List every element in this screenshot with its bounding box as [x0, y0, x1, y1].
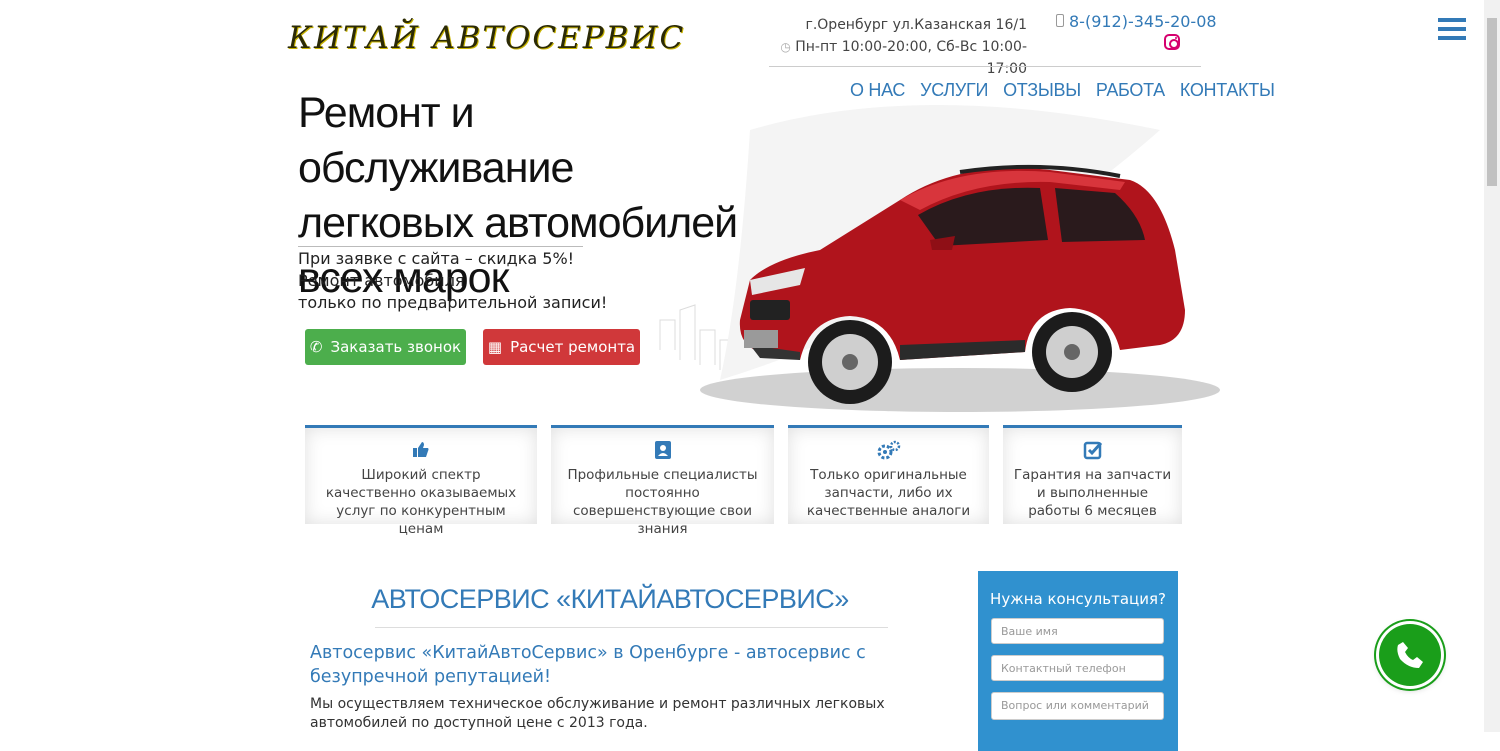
- contact-card-icon: [551, 440, 774, 462]
- site-logo[interactable]: КИТАЙ АВТОСЕРВИС: [288, 20, 685, 56]
- mobile-phone-icon: [1056, 14, 1064, 27]
- order-call-button[interactable]: ✆ Заказать звонок: [305, 329, 466, 365]
- scrollbar-thumb[interactable]: [1487, 18, 1497, 186]
- phone-handset-icon: [1397, 642, 1423, 668]
- phone-icon: ✆: [309, 338, 323, 356]
- about-divider: [375, 627, 888, 628]
- hero-divider: [298, 246, 583, 247]
- hero-car-image: [600, 90, 1220, 420]
- phone-input[interactable]: Контактный телефон: [991, 655, 1164, 681]
- gears-icon: [788, 440, 989, 462]
- feature-original-parts: Только оригинальные запчасти, либо их ка…: [788, 425, 989, 524]
- about-text: Мы осуществляем техническое обслуживание…: [310, 696, 885, 731]
- working-hours: ◷ Пн-пт 10:00-20:00, Сб-Вс 10:00-17:00: [780, 39, 1027, 77]
- feature-specialists: Профильные специалисты постоянно соверше…: [551, 425, 774, 537]
- calculator-icon: ▦: [487, 338, 503, 356]
- contact-info: г.Оренбург ул.Казанская 16/1 ◷ Пн-пт 10:…: [770, 14, 1027, 80]
- consultation-title: Нужна консультация?: [990, 590, 1166, 608]
- callback-widget-button[interactable]: [1379, 624, 1441, 686]
- clock-icon: ◷: [780, 40, 791, 54]
- header-divider: [769, 66, 1201, 67]
- hamburger-menu-icon[interactable]: [1438, 18, 1466, 42]
- instagram-icon[interactable]: [1164, 34, 1180, 50]
- thumbs-up-icon: [305, 440, 537, 462]
- feature-wide-range: Широкий спектр качественно оказываемых у…: [305, 425, 537, 537]
- name-input[interactable]: Ваше имя: [991, 618, 1164, 644]
- hero-subtitle: При заявке с сайта – скидка 5%! Ремонт а…: [298, 249, 608, 312]
- feature-warranty: Гарантия на запчасти и выполненные работ…: [1003, 425, 1182, 524]
- address: г.Оренбург ул.Казанская 16/1: [805, 17, 1027, 33]
- about-title: АВТОСЕРВИС «КИТАЙАВТОСЕРВИС»: [371, 584, 849, 614]
- about-lead: Автосервис «КитайАвтоСервис» в Оренбурге…: [310, 643, 866, 687]
- phone-link[interactable]: 8-(912)-345-20-08: [1056, 12, 1217, 31]
- question-textarea[interactable]: Вопрос или комментарий: [991, 692, 1164, 720]
- checkbox-icon: [1003, 440, 1182, 462]
